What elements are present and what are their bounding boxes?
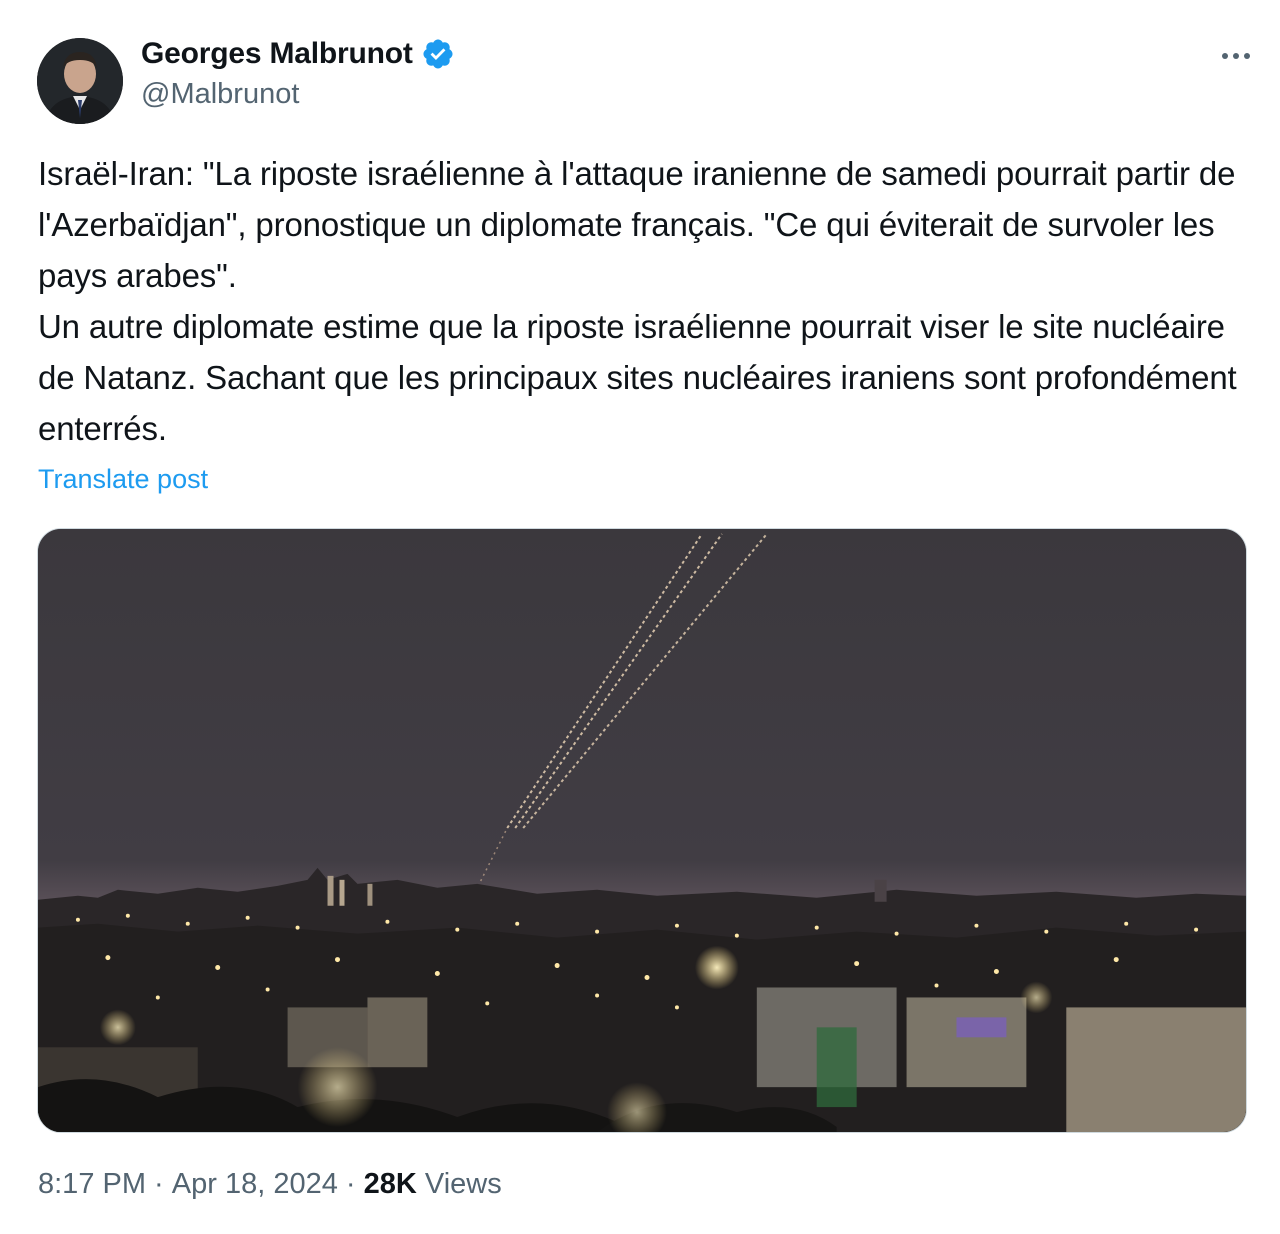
translate-post-link[interactable]: Translate post [38,464,208,495]
post-text: Israël-Iran: "La riposte israélienne à l… [38,155,1237,447]
dot [1244,53,1250,59]
views-label: Views [416,1168,502,1200]
meta-separator: · [146,1168,172,1200]
dot [1233,53,1239,59]
author-name[interactable]: Georges Malbrunot [141,37,413,71]
meta-separator: · [337,1168,364,1200]
author-handle[interactable]: @Malbrunot [141,78,455,111]
dot [1222,53,1228,59]
avatar-photo-icon [37,38,123,124]
post-time[interactable]: 8:17 PM [38,1168,146,1201]
post-meta: 8:17 PM · Apr 18, 2024 · 28K Views [38,1168,502,1201]
post-date[interactable]: Apr 18, 2024 [172,1168,338,1201]
tweet: Georges Malbrunot @Malbrunot Israël-Iran… [0,0,1280,1234]
night-city-photo-icon [38,529,1246,1132]
author-avatar[interactable] [37,38,123,124]
verified-badge-icon [421,37,455,71]
more-options-icon[interactable] [1216,46,1256,66]
views-count: 28K [363,1168,417,1200]
post-media-image[interactable] [37,528,1247,1133]
author-info: Georges Malbrunot @Malbrunot [141,34,455,111]
